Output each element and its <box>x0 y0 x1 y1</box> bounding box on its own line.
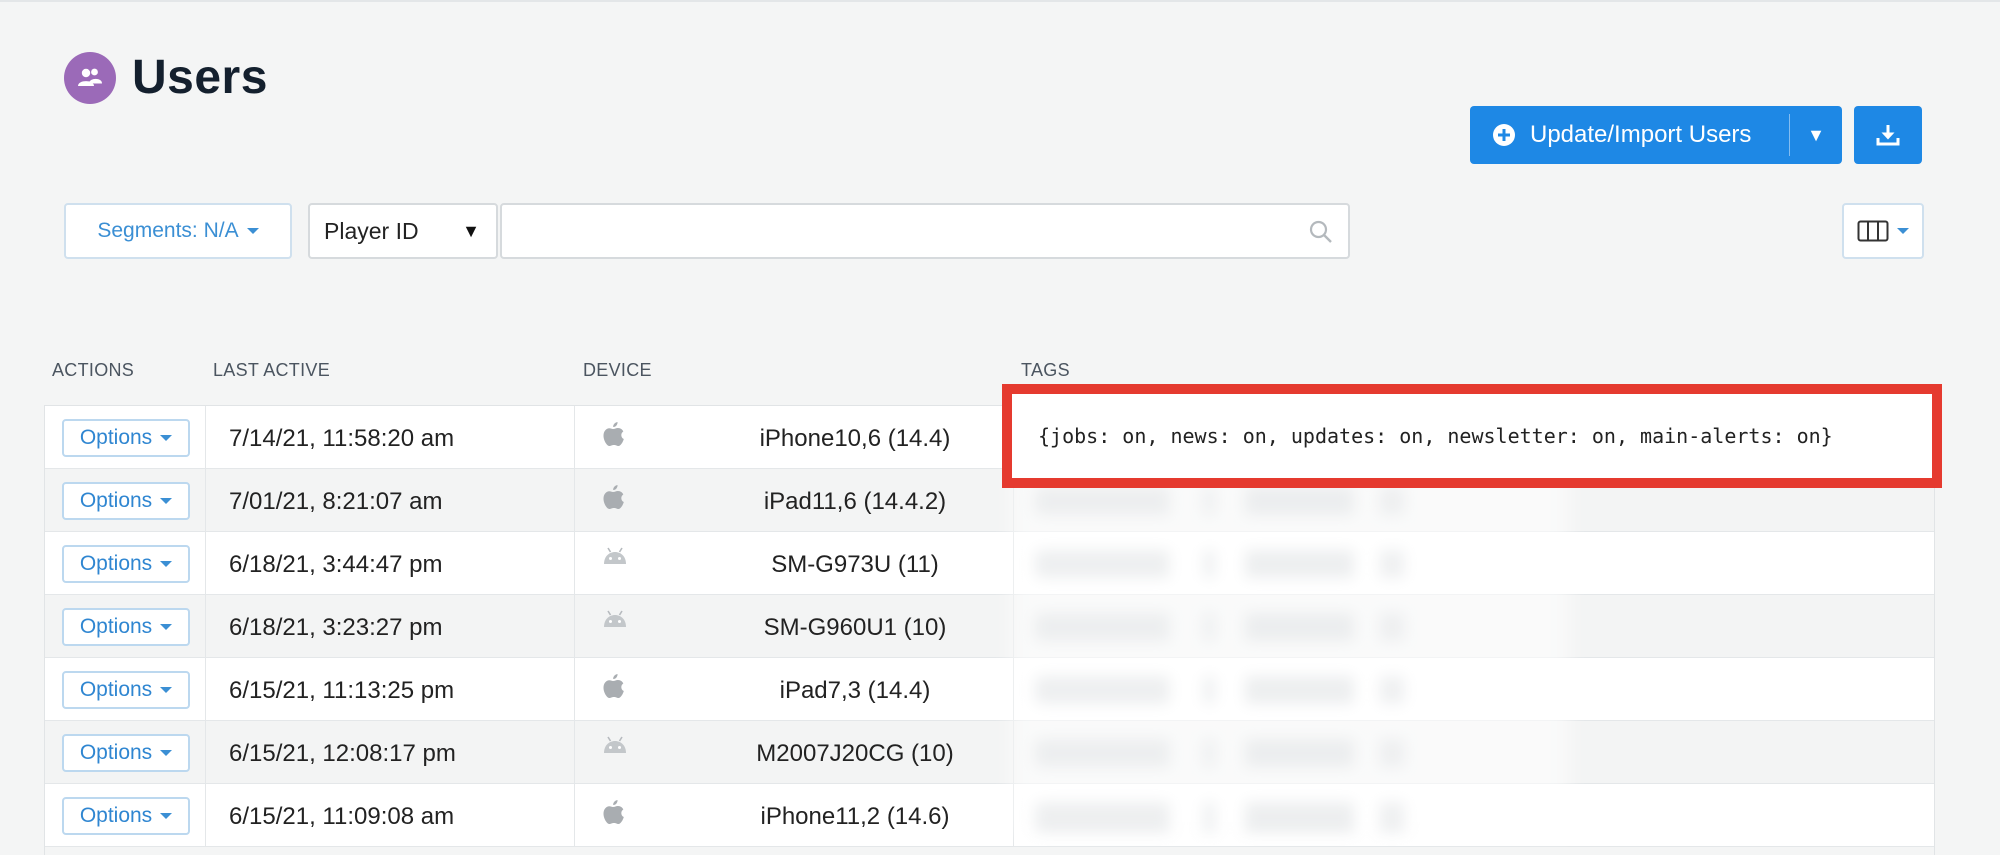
caret-down-icon <box>160 813 173 819</box>
last-active-value: 7/14/21, 11:58:20 am <box>229 425 455 452</box>
segments-label: Segments: N/A <box>97 219 239 242</box>
android-icon <box>600 735 630 762</box>
device-value: SM-G960U1 (10) <box>763 614 947 641</box>
options-button[interactable]: Options <box>62 545 190 583</box>
options-label: Options <box>79 552 153 575</box>
last-active-value: 6/18/21, 3:44:47 pm <box>229 551 443 578</box>
search-input[interactable] <box>500 203 1350 259</box>
options-label: Options <box>79 804 153 827</box>
caret-down-icon <box>160 687 173 693</box>
options-label: Options <box>79 426 153 449</box>
column-header-device: DEVICE <box>583 360 652 380</box>
tags-value: {jobs: on, news: on, updates: on, newsle… <box>1038 424 1833 448</box>
last-active-value: 6/15/21, 11:09:08 am <box>229 803 455 830</box>
device-value: iPhone11,2 (14.6) <box>760 803 950 830</box>
column-divider <box>574 784 575 846</box>
device-value: SM-G973U (11) <box>771 551 939 578</box>
column-divider <box>574 532 575 594</box>
search-field-value: Player ID <box>324 217 419 244</box>
columns-toggle-button[interactable] <box>1842 203 1924 259</box>
apple-icon <box>600 672 626 707</box>
column-divider <box>574 658 575 720</box>
caret-down-icon <box>160 498 173 504</box>
column-header-actions: ACTIONS <box>52 360 135 380</box>
update-import-users-main[interactable]: Update/Import Users <box>1470 106 1789 164</box>
columns-icon <box>1857 220 1889 242</box>
search-field-select[interactable]: Player ID ▼ <box>308 203 498 259</box>
caret-down-icon <box>160 750 173 756</box>
top-border <box>0 0 2000 2</box>
device-value: iPhone10,6 (14.4) <box>759 425 951 452</box>
import-button-label: Update/Import Users <box>1530 121 1752 148</box>
table-row: Options 6/18/21, 3:44:47 pm SM-G973U (11) <box>45 532 1934 595</box>
column-divider <box>205 784 206 846</box>
column-divider <box>205 658 206 720</box>
caret-down-icon <box>246 228 259 234</box>
download-icon <box>1876 125 1900 146</box>
device-value: M2007J20CG (10) <box>756 740 954 767</box>
options-button[interactable]: Options <box>62 608 190 646</box>
options-label: Options <box>79 741 153 764</box>
column-header-last-active: LAST ACTIVE <box>213 360 331 380</box>
caret-down-icon <box>160 435 173 441</box>
highlighted-tags-cell: {jobs: on, news: on, updates: on, newsle… <box>1002 384 1942 488</box>
last-active-value: 6/18/21, 3:23:27 pm <box>229 614 443 641</box>
table-row: Options 6/15/21, 11:13:25 pm iPad7,3 (14.4… <box>45 658 1934 721</box>
last-active-value: 6/15/21, 12:08:17 pm <box>229 740 456 767</box>
column-divider <box>205 595 206 657</box>
column-divider <box>574 469 575 531</box>
options-button[interactable]: Options <box>62 671 190 709</box>
caret-down-icon: ▼ <box>462 220 480 241</box>
download-button[interactable] <box>1854 106 1922 164</box>
page-title: Users <box>132 51 268 104</box>
android-icon <box>600 546 630 573</box>
options-label: Options <box>79 678 153 701</box>
column-divider <box>574 595 575 657</box>
update-import-users-button[interactable]: Update/Import Users ▼ <box>1470 106 1842 164</box>
table-row: Options 6/15/21, 11:09:08 am iPhone11,2 (1… <box>45 784 1934 847</box>
caret-down-icon <box>160 624 173 630</box>
table-row: Options 6/18/21, 3:23:27 pm SM-G960U1 (10) <box>45 595 1934 658</box>
column-divider <box>205 469 206 531</box>
device-value: iPad7,3 (14.4) <box>779 677 931 704</box>
options-label: Options <box>79 489 153 512</box>
options-button[interactable]: Options <box>62 419 190 457</box>
caret-down-icon: ▼ <box>1807 124 1825 145</box>
column-divider <box>205 721 206 783</box>
column-divider <box>205 406 206 468</box>
apple-icon <box>600 420 626 455</box>
users-icon <box>64 52 116 104</box>
caret-down-icon <box>1897 228 1909 234</box>
column-divider <box>574 721 575 783</box>
column-divider <box>574 406 575 468</box>
caret-down-icon <box>160 561 173 567</box>
plus-circle-icon <box>1493 124 1515 146</box>
device-value: iPad11,6 (14.4.2) <box>763 488 947 515</box>
apple-icon <box>600 798 626 833</box>
apple-icon <box>600 483 626 518</box>
segments-dropdown[interactable]: Segments: N/A <box>64 203 292 259</box>
column-divider <box>205 532 206 594</box>
table-row: Options 6/15/21, 12:08:17 pm M2007J20CG (1… <box>45 721 1934 784</box>
options-button[interactable]: Options <box>62 482 190 520</box>
options-button[interactable]: Options <box>62 734 190 772</box>
search-icon[interactable] <box>1308 219 1334 245</box>
last-active-value: 7/01/21, 8:21:07 am <box>229 488 443 515</box>
blurred-tags-overlay <box>1010 465 1570 835</box>
column-header-tags: TAGS <box>1021 360 1070 380</box>
options-button[interactable]: Options <box>62 797 190 835</box>
options-label: Options <box>79 615 153 638</box>
android-icon <box>600 609 630 636</box>
last-active-value: 6/15/21, 11:13:25 pm <box>229 677 455 704</box>
import-dropdown-toggle[interactable]: ▼ <box>1790 106 1842 164</box>
